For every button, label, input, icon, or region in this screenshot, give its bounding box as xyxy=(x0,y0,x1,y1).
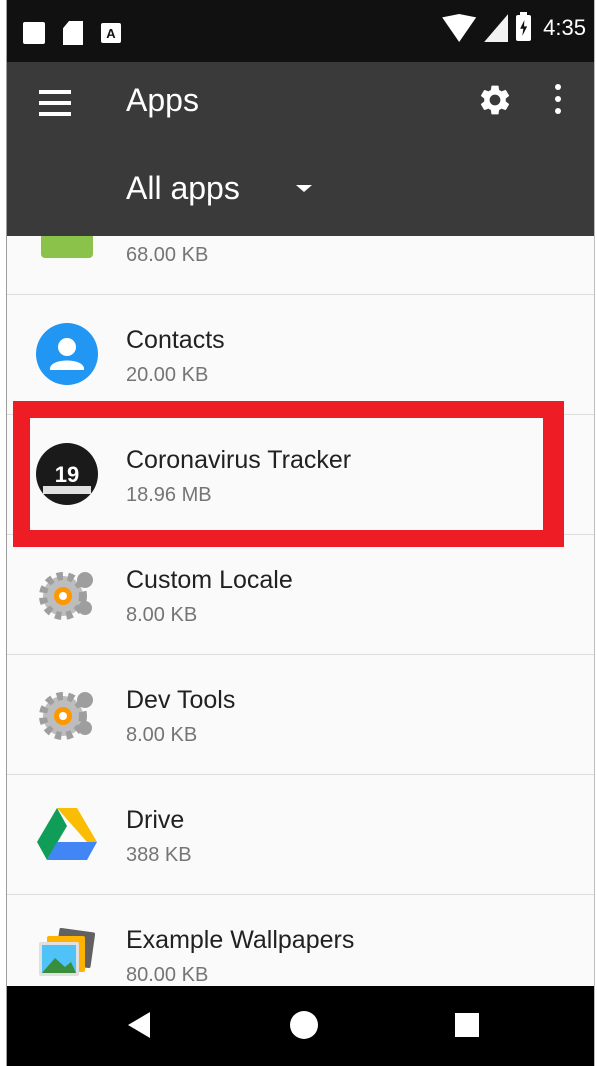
app-size: 18.96 MB xyxy=(126,484,212,506)
sd-card-icon xyxy=(63,21,83,45)
square-icon xyxy=(23,22,45,44)
list-item[interactable]: 68.00 KB xyxy=(7,236,594,295)
gear-icon[interactable] xyxy=(477,82,513,118)
list-item[interactable]: Example Wallpapers 80.00 KB xyxy=(7,894,594,986)
app-name: Custom Locale xyxy=(126,566,293,594)
battery-charging-icon xyxy=(516,12,532,41)
drive-icon xyxy=(37,808,97,860)
app-name: Example Wallpapers xyxy=(126,926,355,954)
app-size: 68.00 KB xyxy=(126,244,209,266)
app-bar: Apps xyxy=(7,62,594,148)
app-name: Contacts xyxy=(126,326,225,354)
list-item[interactable]: 19 Coronavirus Tracker 18.96 MB xyxy=(7,414,594,535)
app-size: 388 KB xyxy=(126,844,192,866)
app-list[interactable]: 68.00 KB Contacts 20.00 KB 19 Coronaviru… xyxy=(7,236,594,986)
list-item[interactable]: Dev Tools 8.00 KB xyxy=(7,654,594,775)
navigation-bar xyxy=(7,986,594,1066)
app-size: 80.00 KB xyxy=(126,964,209,986)
signal-icon xyxy=(484,14,509,42)
settings-gear-icon xyxy=(39,692,93,740)
settings-gear-icon xyxy=(39,572,93,620)
back-icon[interactable] xyxy=(128,1012,150,1038)
wallpapers-icon xyxy=(39,927,96,976)
page-title: Apps xyxy=(126,82,199,118)
app-name: Drive xyxy=(126,806,185,834)
svg-text:19: 19 xyxy=(55,462,79,487)
recents-icon[interactable] xyxy=(455,1013,479,1037)
status-bar: A 4:35 xyxy=(7,0,594,62)
list-item[interactable]: Contacts 20.00 KB xyxy=(7,294,594,415)
dropdown-arrow-icon xyxy=(295,185,312,192)
app-size: 8.00 KB xyxy=(126,724,198,746)
app-filter-dropdown[interactable]: All apps xyxy=(126,170,312,207)
covid19-tracker-icon: 19 xyxy=(36,443,98,505)
menu-icon[interactable] xyxy=(39,90,71,116)
filter-selected-label: All apps xyxy=(126,170,240,206)
list-item[interactable]: Custom Locale 8.00 KB xyxy=(7,534,594,655)
app-name: Coronavirus Tracker xyxy=(126,446,352,474)
green-app-icon xyxy=(41,236,93,258)
app-size: 20.00 KB xyxy=(126,364,209,386)
contacts-icon xyxy=(36,323,98,385)
a-icon: A xyxy=(101,23,121,43)
list-item[interactable]: Drive 388 KB xyxy=(7,774,594,895)
app-name: Dev Tools xyxy=(126,686,236,714)
filter-bar: All apps xyxy=(7,148,594,236)
status-time: 4:35 xyxy=(543,15,586,40)
home-icon[interactable] xyxy=(290,1011,318,1039)
app-size: 8.00 KB xyxy=(126,604,198,626)
wifi-icon xyxy=(442,14,477,42)
phone-screen: A 4:35 Apps All apps 68.00 KB Contacts 2… xyxy=(6,0,595,1066)
more-vert-icon[interactable] xyxy=(552,84,564,118)
